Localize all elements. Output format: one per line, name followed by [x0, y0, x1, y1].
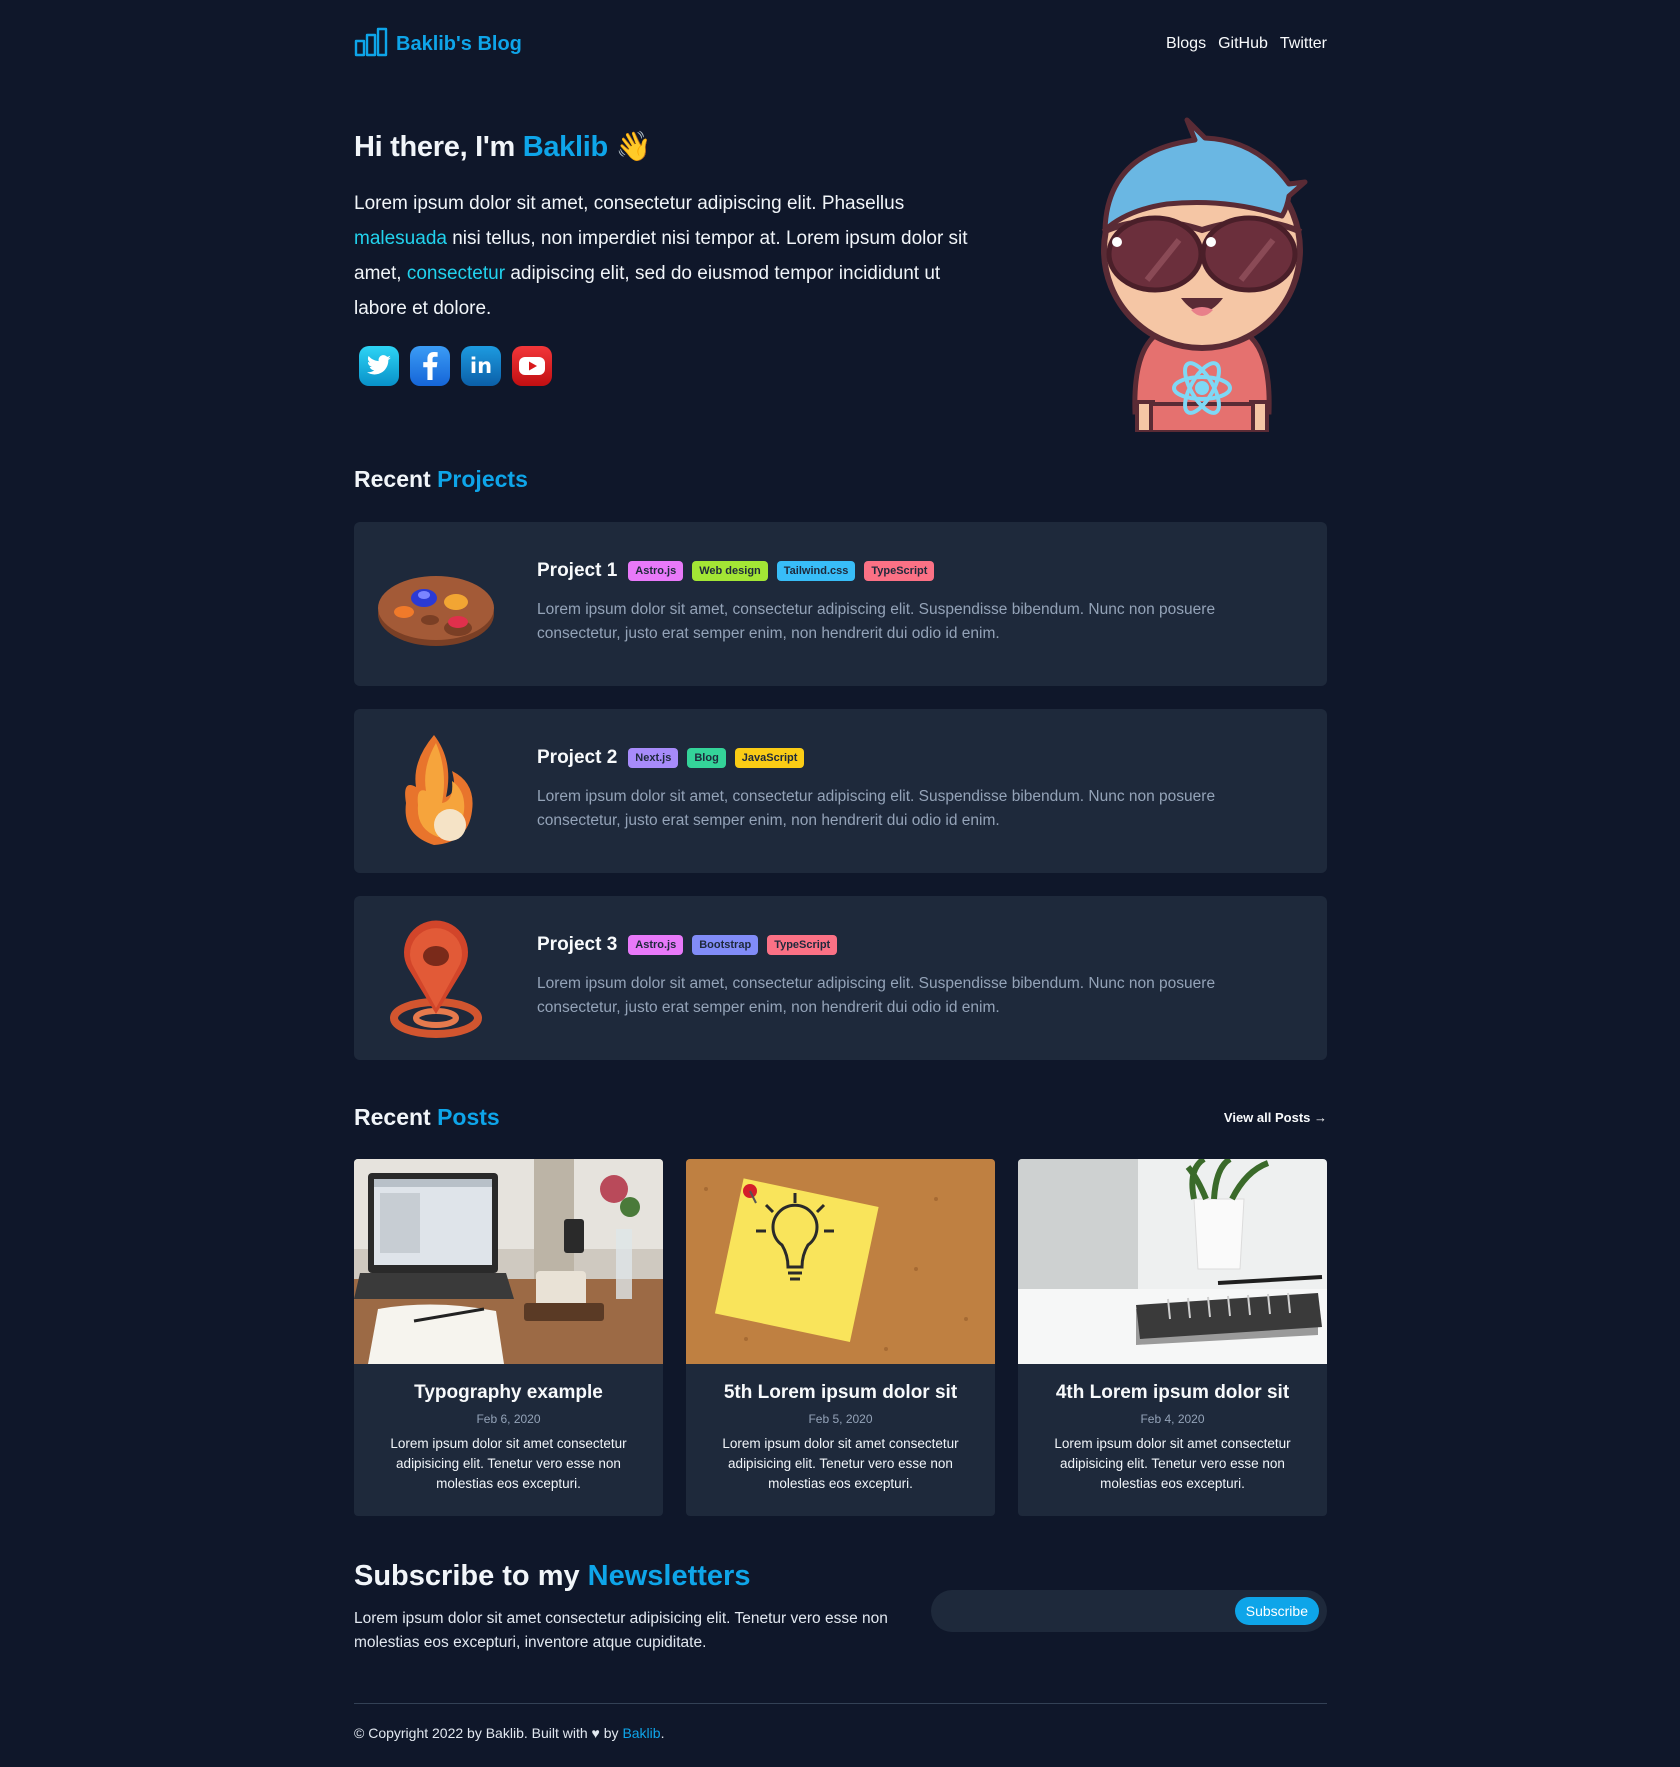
heading-accent: Posts	[437, 1104, 500, 1130]
malesuada-link[interactable]: malesuada	[354, 228, 447, 249]
newsletter-text: Lorem ipsum dolor sit amet consectetur a…	[354, 1610, 888, 1651]
project-body: Project 2 Next.js Blog JavaScript Lorem …	[537, 747, 1277, 833]
post-image	[354, 1159, 663, 1364]
heart-icon: ♥	[591, 1725, 600, 1741]
nav-github[interactable]: GitHub	[1218, 35, 1268, 53]
newsletter-heading: Subscribe to my Newsletters	[354, 1560, 1327, 1593]
tag[interactable]: Web design	[692, 561, 768, 581]
heading-accent: Projects	[437, 466, 528, 492]
subscribe-form: Subscribe	[931, 1590, 1327, 1632]
avatar-illustration	[1077, 112, 1327, 434]
heading-text: Subscribe to my	[354, 1560, 588, 1592]
project-header: Project 3 Astro.js Bootstrap TypeScript	[537, 934, 1277, 956]
project-description: Lorem ipsum dolor sit amet, consectetur …	[537, 601, 1216, 642]
tag[interactable]: Next.js	[628, 748, 679, 768]
post-image	[1018, 1159, 1327, 1364]
project-title: Project 2	[537, 747, 618, 768]
tag[interactable]: Astro.js	[628, 561, 684, 581]
heading-text: Recent	[354, 1104, 438, 1130]
posts-heading: Recent Posts	[354, 1104, 500, 1131]
site-header: Baklib's Blog Blogs GitHub Twitter	[354, 24, 1327, 64]
footer-divider	[354, 1703, 1327, 1704]
project-header: Project 2 Next.js Blog JavaScript	[537, 747, 1277, 769]
view-all-posts-link[interactable]: View all Posts →	[1224, 1110, 1327, 1125]
project-header: Project 1 Astro.js Web design Tailwind.c…	[537, 560, 1277, 582]
project-title: Project 3	[537, 934, 618, 955]
brand-name: Baklib's Blog	[396, 32, 522, 55]
project-description: Lorem ipsum dolor sit amet, consectetur …	[537, 788, 1216, 829]
hero-name: Baklib	[522, 131, 609, 163]
project-description: Lorem ipsum dolor sit amet, consectetur …	[537, 975, 1216, 1016]
post-image	[686, 1159, 995, 1364]
nav-blogs[interactable]: Blogs	[1166, 35, 1206, 53]
posts-section: Recent Posts View all Posts → Typography…	[354, 1104, 1327, 1524]
post-date: Feb 5, 2020	[808, 1412, 873, 1426]
twitter-icon[interactable]	[359, 346, 399, 386]
posts-header: Recent Posts View all Posts →	[354, 1104, 1327, 1131]
palette-icon	[372, 544, 500, 664]
waving-hand-icon: 👋	[615, 131, 652, 163]
post-excerpt: Lorem ipsum dolor sit amet consectetur a…	[390, 1436, 627, 1491]
flame-icon	[372, 731, 500, 851]
brand-link[interactable]: Baklib's Blog	[354, 27, 522, 62]
project-card[interactable]: Project 1 Astro.js Web design Tailwind.c…	[354, 522, 1327, 686]
post-card[interactable]: Typography example Feb 6, 2020 Lorem ips…	[354, 1159, 663, 1516]
post-title[interactable]: 5th Lorem ipsum dolor sit	[686, 1382, 995, 1404]
youtube-icon[interactable]	[512, 346, 552, 386]
nav-twitter[interactable]: Twitter	[1280, 35, 1327, 53]
hero-greeting: Hi there, I'm	[354, 131, 523, 163]
projects-section: Recent Projects Project 1 Astro.js Web d…	[354, 466, 1327, 1066]
post-title[interactable]: Typography example	[354, 1382, 663, 1404]
tag[interactable]: Blog	[687, 748, 726, 768]
footer-baklib-link[interactable]: Baklib	[622, 1725, 660, 1741]
bar-chart-logo-icon	[354, 27, 388, 62]
post-excerpt: Lorem ipsum dolor sit amet consectetur a…	[1054, 1436, 1291, 1491]
footer-text: .	[660, 1725, 665, 1741]
newsletter-section: Subscribe to my Newsletters Lorem ipsum …	[354, 1560, 1327, 1660]
consectetur-link[interactable]: consectetur	[407, 263, 505, 284]
project-card[interactable]: Project 3 Astro.js Bootstrap TypeScript …	[354, 896, 1327, 1060]
location-pin-icon	[372, 918, 500, 1038]
tag[interactable]: Tailwind.css	[776, 561, 856, 581]
tag[interactable]: Bootstrap	[692, 935, 759, 955]
projects-heading: Recent Projects	[354, 466, 1327, 493]
tag[interactable]: Astro.js	[628, 935, 684, 955]
project-title: Project 1	[537, 560, 618, 581]
hero-intro: Lorem ipsum dolor sit amet, consectetur …	[354, 186, 974, 326]
subscribe-button[interactable]: Subscribe	[1234, 1597, 1319, 1625]
linkedin-icon[interactable]: in	[461, 346, 501, 386]
post-card[interactable]: 4th Lorem ipsum dolor sit Feb 4, 2020 Lo…	[1018, 1159, 1327, 1516]
post-date: Feb 4, 2020	[1140, 1412, 1205, 1426]
heading-accent: Newsletters	[587, 1560, 751, 1592]
tag[interactable]: TypeScript	[864, 561, 935, 581]
hero-text: Lorem ipsum dolor sit amet, consectetur …	[354, 193, 905, 214]
site-footer: © Copyright 2022 by Baklib. Built with ♥…	[354, 1725, 1327, 1741]
post-excerpt: Lorem ipsum dolor sit amet consectetur a…	[722, 1436, 959, 1491]
post-title[interactable]: 4th Lorem ipsum dolor sit	[1018, 1382, 1327, 1404]
project-card[interactable]: Project 2 Next.js Blog JavaScript Lorem …	[354, 709, 1327, 873]
facebook-icon[interactable]	[410, 346, 450, 386]
footer-text: by	[599, 1725, 623, 1741]
project-body: Project 1 Astro.js Web design Tailwind.c…	[537, 560, 1277, 646]
project-body: Project 3 Astro.js Bootstrap TypeScript …	[537, 934, 1277, 1020]
hero-section: Hi there, I'm Baklib 👋 Lorem ipsum dolor…	[354, 117, 1327, 434]
main-nav: Blogs GitHub Twitter	[1166, 35, 1327, 53]
email-field[interactable]	[947, 1598, 1197, 1624]
post-card[interactable]: 5th Lorem ipsum dolor sit Feb 5, 2020 Lo…	[686, 1159, 995, 1516]
heading-text: Recent	[354, 466, 438, 492]
post-date: Feb 6, 2020	[476, 1412, 541, 1426]
tag[interactable]: TypeScript	[767, 935, 838, 955]
footer-text: © Copyright 2022 by Baklib. Built with	[354, 1725, 592, 1741]
tag[interactable]: JavaScript	[734, 748, 805, 768]
